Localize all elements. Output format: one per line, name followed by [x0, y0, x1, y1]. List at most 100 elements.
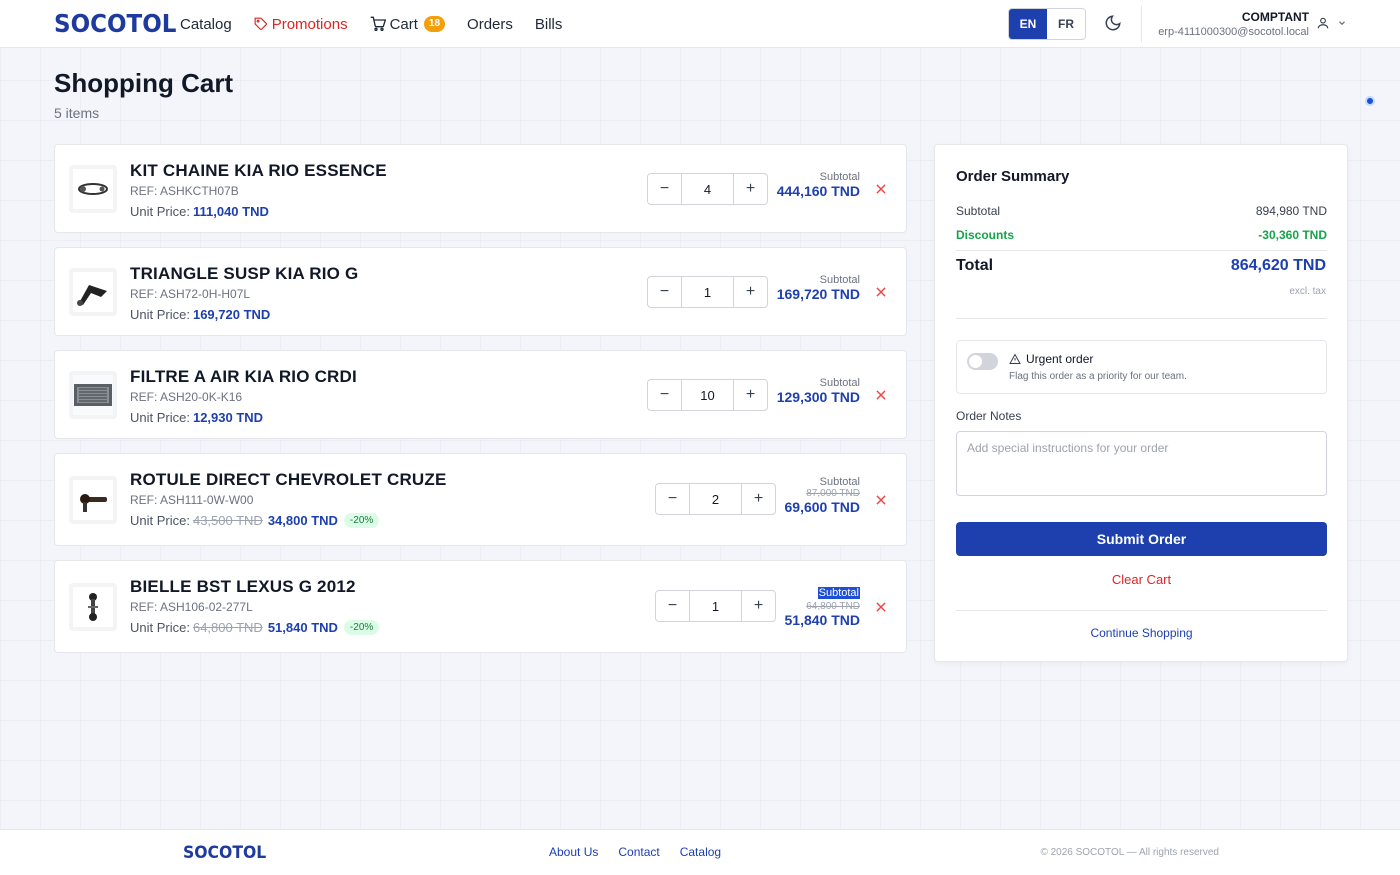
remove-item-icon[interactable]	[874, 182, 888, 196]
unit-price-row: Unit Price: 111,040 TND	[130, 204, 269, 219]
nav-catalog[interactable]: Catalog	[180, 16, 232, 33]
product-thumbnail[interactable]	[69, 476, 117, 524]
unit-price: 169,720 TND	[192, 307, 271, 322]
unit-price: 12,930 TND	[192, 410, 264, 425]
subtotal-value: 444,160 TND	[776, 183, 860, 199]
air-filter-image	[74, 384, 112, 406]
subtotal-value: 129,300 TND	[776, 389, 860, 405]
summary-divider	[956, 610, 1327, 611]
product-name[interactable]: TRIANGLE SUSP KIA RIO G	[130, 264, 358, 284]
subtotal-label: Subtotal	[817, 587, 860, 599]
summary-discounts-value: -30,360 TND	[1258, 228, 1327, 242]
decrease-qty-button[interactable]: −	[656, 591, 689, 621]
nav-bills[interactable]: Bills	[535, 16, 563, 33]
nav-promotions[interactable]: Promotions	[254, 16, 348, 33]
submit-order-button[interactable]: Submit Order	[956, 522, 1327, 556]
header-divider	[1141, 6, 1142, 42]
footer-links: About Us Contact Catalog	[549, 845, 721, 859]
site-footer: SOCOTOL About Us Contact Catalog © 2026 …	[0, 829, 1400, 875]
quantity-input[interactable]: 2	[689, 484, 742, 514]
cart-item: BIELLE BST LEXUS G 2012 REF: ASH106-02-2…	[54, 560, 907, 653]
moon-icon	[1105, 15, 1121, 31]
product-name[interactable]: BIELLE BST LEXUS G 2012	[130, 577, 356, 597]
quantity-stepper: − 10 +	[647, 379, 768, 411]
footer-catalog-link[interactable]: Catalog	[680, 845, 721, 859]
summary-discounts-label: Discounts	[956, 228, 1015, 242]
product-thumbnail[interactable]	[69, 371, 117, 419]
product-ref: REF: ASH111-0W-W00	[130, 493, 254, 507]
unit-price-label: Unit Price:	[130, 513, 190, 528]
decrease-qty-button[interactable]: −	[648, 277, 681, 307]
increase-qty-button[interactable]: +	[742, 484, 775, 514]
cart-icon	[370, 16, 386, 31]
product-ref: REF: ASH106-02-277L	[130, 600, 253, 614]
order-notes-label: Order Notes	[956, 409, 1022, 423]
user-info[interactable]: COMPTANT erp-4111000300@socotol.local	[1158, 10, 1309, 38]
subtotal-label: Subtotal	[819, 476, 860, 488]
summary-discounts-row: Discounts -30,360 TND	[956, 228, 1327, 242]
summary-subtotal-value: 894,980 TND	[1255, 204, 1327, 218]
quantity-input[interactable]: 1	[689, 591, 742, 621]
nav-bills-label: Bills	[534, 15, 563, 33]
summary-divider	[956, 318, 1327, 319]
nav-cart-label: Cart	[389, 15, 418, 33]
user-icon[interactable]	[1316, 15, 1330, 31]
footer-contact-link[interactable]: Contact	[618, 845, 659, 859]
subtotal-old: 64,800 TND	[806, 601, 860, 612]
nav-cart[interactable]: Cart 18	[370, 15, 446, 33]
lang-fr-button[interactable]: FR	[1047, 9, 1085, 39]
dark-mode-toggle[interactable]	[1104, 14, 1124, 34]
footer-about-link[interactable]: About Us	[549, 845, 598, 859]
excl-tax-note: excl. tax	[1289, 286, 1326, 297]
order-notes-field[interactable]	[956, 431, 1327, 496]
summary-subtotal-label: Subtotal	[956, 204, 1001, 218]
product-name[interactable]: ROTULE DIRECT CHEVROLET CRUZE	[130, 470, 447, 490]
subtotal-block: Subtotal 444,160 TND	[777, 171, 860, 199]
order-summary-title: Order Summary	[956, 168, 1070, 185]
product-name[interactable]: FILTRE A AIR KIA RIO CRDI	[130, 367, 357, 387]
decrease-qty-button[interactable]: −	[656, 484, 689, 514]
remove-item-icon[interactable]	[874, 600, 888, 614]
product-thumbnail[interactable]	[69, 583, 117, 631]
subtotal-label: Subtotal	[819, 171, 860, 183]
continue-shopping-link[interactable]: Continue Shopping	[956, 626, 1327, 640]
chevron-down-icon[interactable]	[1337, 18, 1347, 28]
tag-icon	[254, 17, 267, 30]
floating-indicator[interactable]	[1365, 96, 1375, 106]
footer-copyright: © 2026 SOCOTOL — All rights reserved	[1040, 847, 1219, 858]
quantity-input[interactable]: 1	[681, 277, 734, 307]
quantity-input[interactable]: 10	[681, 380, 734, 410]
brand-logo[interactable]: SOCOTOL	[54, 9, 176, 38]
nav-promotions-label: Promotions	[271, 15, 348, 33]
subtotal-label: Subtotal	[819, 377, 860, 389]
remove-item-icon[interactable]	[874, 493, 888, 507]
urgent-order-toggle[interactable]	[967, 353, 998, 370]
unit-price: 111,040 TND	[192, 204, 269, 219]
nav-orders[interactable]: Orders	[467, 16, 513, 33]
remove-item-icon[interactable]	[874, 388, 888, 402]
quantity-input[interactable]: 4	[681, 174, 734, 204]
summary-total-value: 864,620 TND	[1230, 257, 1326, 274]
unit-price-label: Unit Price:	[130, 410, 190, 425]
remove-item-icon[interactable]	[874, 285, 888, 299]
lang-en-button[interactable]: EN	[1009, 9, 1047, 39]
unit-price-row: Unit Price: 43,500 TND 34,800 TND -20%	[130, 513, 380, 528]
product-name[interactable]: KIT CHAINE KIA RIO ESSENCE	[130, 161, 387, 181]
increase-qty-button[interactable]: +	[734, 277, 767, 307]
decrease-qty-button[interactable]: −	[648, 380, 681, 410]
footer-logo[interactable]: SOCOTOL	[183, 843, 266, 863]
decrease-qty-button[interactable]: −	[648, 174, 681, 204]
subtotal-block: Subtotal 87,000 TND 69,600 TND	[785, 476, 860, 515]
cart-item: ROTULE DIRECT CHEVROLET CRUZE REF: ASH11…	[54, 453, 907, 546]
urgent-order-box: Urgent order Flag this order as a priori…	[956, 340, 1327, 394]
increase-qty-button[interactable]: +	[742, 591, 775, 621]
main-nav: Catalog Promotions Cart 18 Orders Bills	[180, 0, 584, 48]
clear-cart-button[interactable]: Clear Cart	[956, 572, 1327, 587]
product-thumbnail[interactable]	[69, 165, 117, 213]
increase-qty-button[interactable]: +	[734, 380, 767, 410]
product-ref: REF: ASH20-0K-K16	[130, 390, 243, 404]
page-title: Shopping Cart	[54, 68, 234, 98]
increase-qty-button[interactable]: +	[734, 174, 767, 204]
quantity-stepper: − 2 +	[655, 483, 776, 515]
product-thumbnail[interactable]	[69, 268, 117, 316]
